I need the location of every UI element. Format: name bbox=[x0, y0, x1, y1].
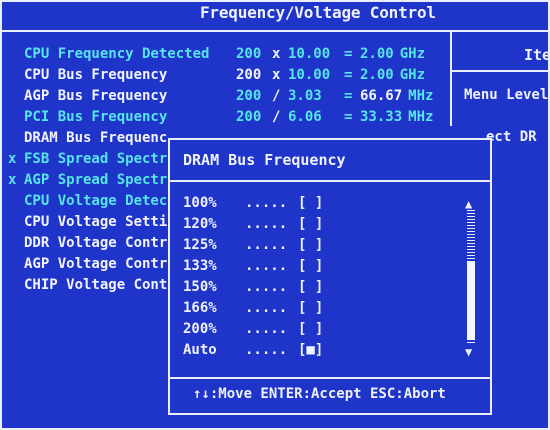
option-label[interactable]: 120% bbox=[183, 216, 217, 232]
title-bar: Frequency/Voltage Control bbox=[0, 0, 550, 30]
popup-divider bbox=[170, 180, 490, 182]
setting-label[interactable]: DRAM Bus Frequenc bbox=[24, 130, 167, 146]
option-120[interactable]: 120% ..... [ ] bbox=[183, 216, 473, 236]
scroll-up-arrow-icon[interactable]: ▲ bbox=[465, 197, 472, 211]
option-166[interactable]: 166% ..... [ ] bbox=[183, 300, 473, 320]
option-dots: ..... bbox=[245, 321, 288, 337]
disabled-mark: x bbox=[8, 172, 17, 188]
setting-row-cpu-voltage-setting[interactable]: CPU Voltage Setti bbox=[0, 214, 168, 234]
setting-row-agp-voltage-control[interactable]: AGP Voltage Contr bbox=[0, 256, 168, 276]
help-menu-level: Menu Level bbox=[464, 87, 549, 103]
option-auto[interactable]: Auto ..... [■] bbox=[183, 342, 473, 362]
scrollbar-thumb[interactable] bbox=[467, 262, 475, 340]
setting-label[interactable]: CPU Voltage Setti bbox=[24, 214, 167, 230]
setting-equals: = bbox=[344, 88, 353, 104]
option-label[interactable]: Auto bbox=[183, 342, 217, 358]
option-label[interactable]: 150% bbox=[183, 279, 217, 295]
setting-operator: x bbox=[272, 46, 281, 62]
option-checkbox-selected[interactable]: [■] bbox=[298, 342, 323, 358]
popup-key-help: ↑↓:Move ENTER:Accept ESC:Abort bbox=[193, 386, 446, 402]
help-divider bbox=[450, 70, 550, 72]
setting-row-fsb-spread-spectrum: x FSB Spread Spectr bbox=[0, 151, 168, 171]
setting-value-multiplier: 10.00 bbox=[288, 67, 331, 83]
setting-label: AGP Spread Spectr bbox=[24, 172, 168, 188]
option-125[interactable]: 125% ..... [ ] bbox=[183, 237, 473, 257]
popup-footer-divider bbox=[170, 377, 490, 379]
setting-operator: / bbox=[272, 88, 281, 104]
help-select-text: ect DR bbox=[486, 129, 537, 145]
popup-title: DRAM Bus Frequency bbox=[183, 151, 346, 169]
option-checkbox[interactable]: [ ] bbox=[298, 258, 323, 274]
option-checkbox[interactable]: [ ] bbox=[298, 321, 323, 337]
dram-frequency-popup: DRAM Bus Frequency 100% ..... [ ] 120% .… bbox=[168, 138, 492, 415]
setting-label: CPU Frequency Detected bbox=[24, 46, 210, 62]
setting-row-cpu-frequency-detected: CPU Frequency Detected 200 x 10.00 = 2.0… bbox=[0, 46, 450, 66]
option-label[interactable]: 100% bbox=[183, 195, 217, 211]
disabled-mark: x bbox=[8, 151, 17, 167]
setting-value-multiplier: 10.00 bbox=[288, 46, 331, 62]
setting-row-agp-spread-spectrum: x AGP Spread Spectr bbox=[0, 172, 168, 192]
setting-row-cpu-bus-frequency[interactable]: CPU Bus Frequency 200 x 10.00 = 2.00 GHz bbox=[0, 67, 450, 87]
setting-row-pci-bus-frequency: PCI Bus Frequency 200 / 6.06 = 33.33 MHz bbox=[0, 109, 450, 129]
help-panel-title: Ite bbox=[524, 46, 550, 64]
option-checkbox[interactable]: [ ] bbox=[298, 237, 323, 253]
option-checkbox[interactable]: [ ] bbox=[298, 300, 323, 316]
setting-label[interactable]: AGP Voltage Contr bbox=[24, 256, 167, 272]
option-133[interactable]: 133% ..... [ ] bbox=[183, 258, 473, 278]
setting-value-result: 33.33 MHz bbox=[360, 109, 434, 125]
setting-value-base[interactable]: 200 bbox=[236, 67, 261, 83]
setting-label: PCI Bus Frequency bbox=[24, 109, 168, 125]
option-checkbox[interactable]: [ ] bbox=[298, 279, 323, 295]
setting-row-ddr-voltage-control[interactable]: DDR Voltage Contr bbox=[0, 235, 168, 255]
option-label[interactable]: 125% bbox=[183, 237, 217, 253]
setting-row-dram-bus-frequency[interactable]: DRAM Bus Frequenc bbox=[0, 130, 168, 150]
option-dots: ..... bbox=[245, 195, 288, 211]
setting-value-result: 66.67 MHz bbox=[360, 88, 434, 104]
option-dots: ..... bbox=[245, 258, 288, 274]
option-label[interactable]: 166% bbox=[183, 300, 217, 316]
setting-value-base: 200 bbox=[236, 46, 262, 62]
setting-equals: = bbox=[344, 109, 353, 125]
setting-label: FSB Spread Spectr bbox=[24, 151, 168, 167]
setting-equals: = bbox=[344, 67, 353, 83]
option-checkbox[interactable]: [ ] bbox=[298, 195, 323, 211]
setting-label[interactable]: CPU Bus Frequency bbox=[24, 67, 167, 83]
setting-label: CPU Voltage Detec bbox=[24, 193, 168, 209]
window-title: Frequency/Voltage Control bbox=[200, 3, 436, 22]
setting-value-base: 200 bbox=[236, 109, 262, 125]
setting-row-chip-voltage-control[interactable]: CHIP Voltage Cont bbox=[0, 277, 168, 297]
scroll-down-arrow-icon[interactable]: ▼ bbox=[465, 345, 472, 359]
title-divider bbox=[0, 30, 550, 32]
option-label[interactable]: 133% bbox=[183, 258, 217, 274]
setting-operator: x bbox=[272, 67, 281, 83]
setting-label[interactable]: CHIP Voltage Cont bbox=[24, 277, 167, 293]
setting-value-base: 200 bbox=[236, 88, 262, 104]
option-dots: ..... bbox=[245, 279, 288, 295]
option-dots: ..... bbox=[245, 237, 288, 253]
setting-value-result: 2.00 GHz bbox=[360, 46, 426, 62]
help-panel-divider bbox=[450, 30, 452, 126]
option-100[interactable]: 100% ..... [ ] bbox=[183, 195, 473, 215]
setting-row-agp-bus-frequency[interactable]: AGP Bus Frequency 200 / 3.03 = 66.67 MHz bbox=[0, 88, 450, 108]
option-label[interactable]: 200% bbox=[183, 321, 217, 337]
option-200[interactable]: 200% ..... [ ] bbox=[183, 321, 473, 341]
setting-label[interactable]: DDR Voltage Contr bbox=[24, 235, 167, 251]
setting-value-divisor: 6.06 bbox=[288, 109, 322, 125]
option-checkbox[interactable]: [ ] bbox=[298, 216, 323, 232]
setting-value-result: 2.00 GHz bbox=[360, 67, 426, 83]
setting-equals: = bbox=[344, 46, 353, 62]
option-dots: ..... bbox=[245, 216, 288, 232]
setting-value-divisor: 3.03 bbox=[288, 88, 322, 104]
setting-operator: / bbox=[272, 109, 281, 125]
setting-label[interactable]: AGP Bus Frequency bbox=[24, 88, 167, 104]
option-dots: ..... bbox=[245, 300, 288, 316]
setting-row-cpu-voltage-detected: CPU Voltage Detec bbox=[0, 193, 168, 213]
option-dots: ..... bbox=[245, 342, 288, 358]
option-150[interactable]: 150% ..... [ ] bbox=[183, 279, 473, 299]
